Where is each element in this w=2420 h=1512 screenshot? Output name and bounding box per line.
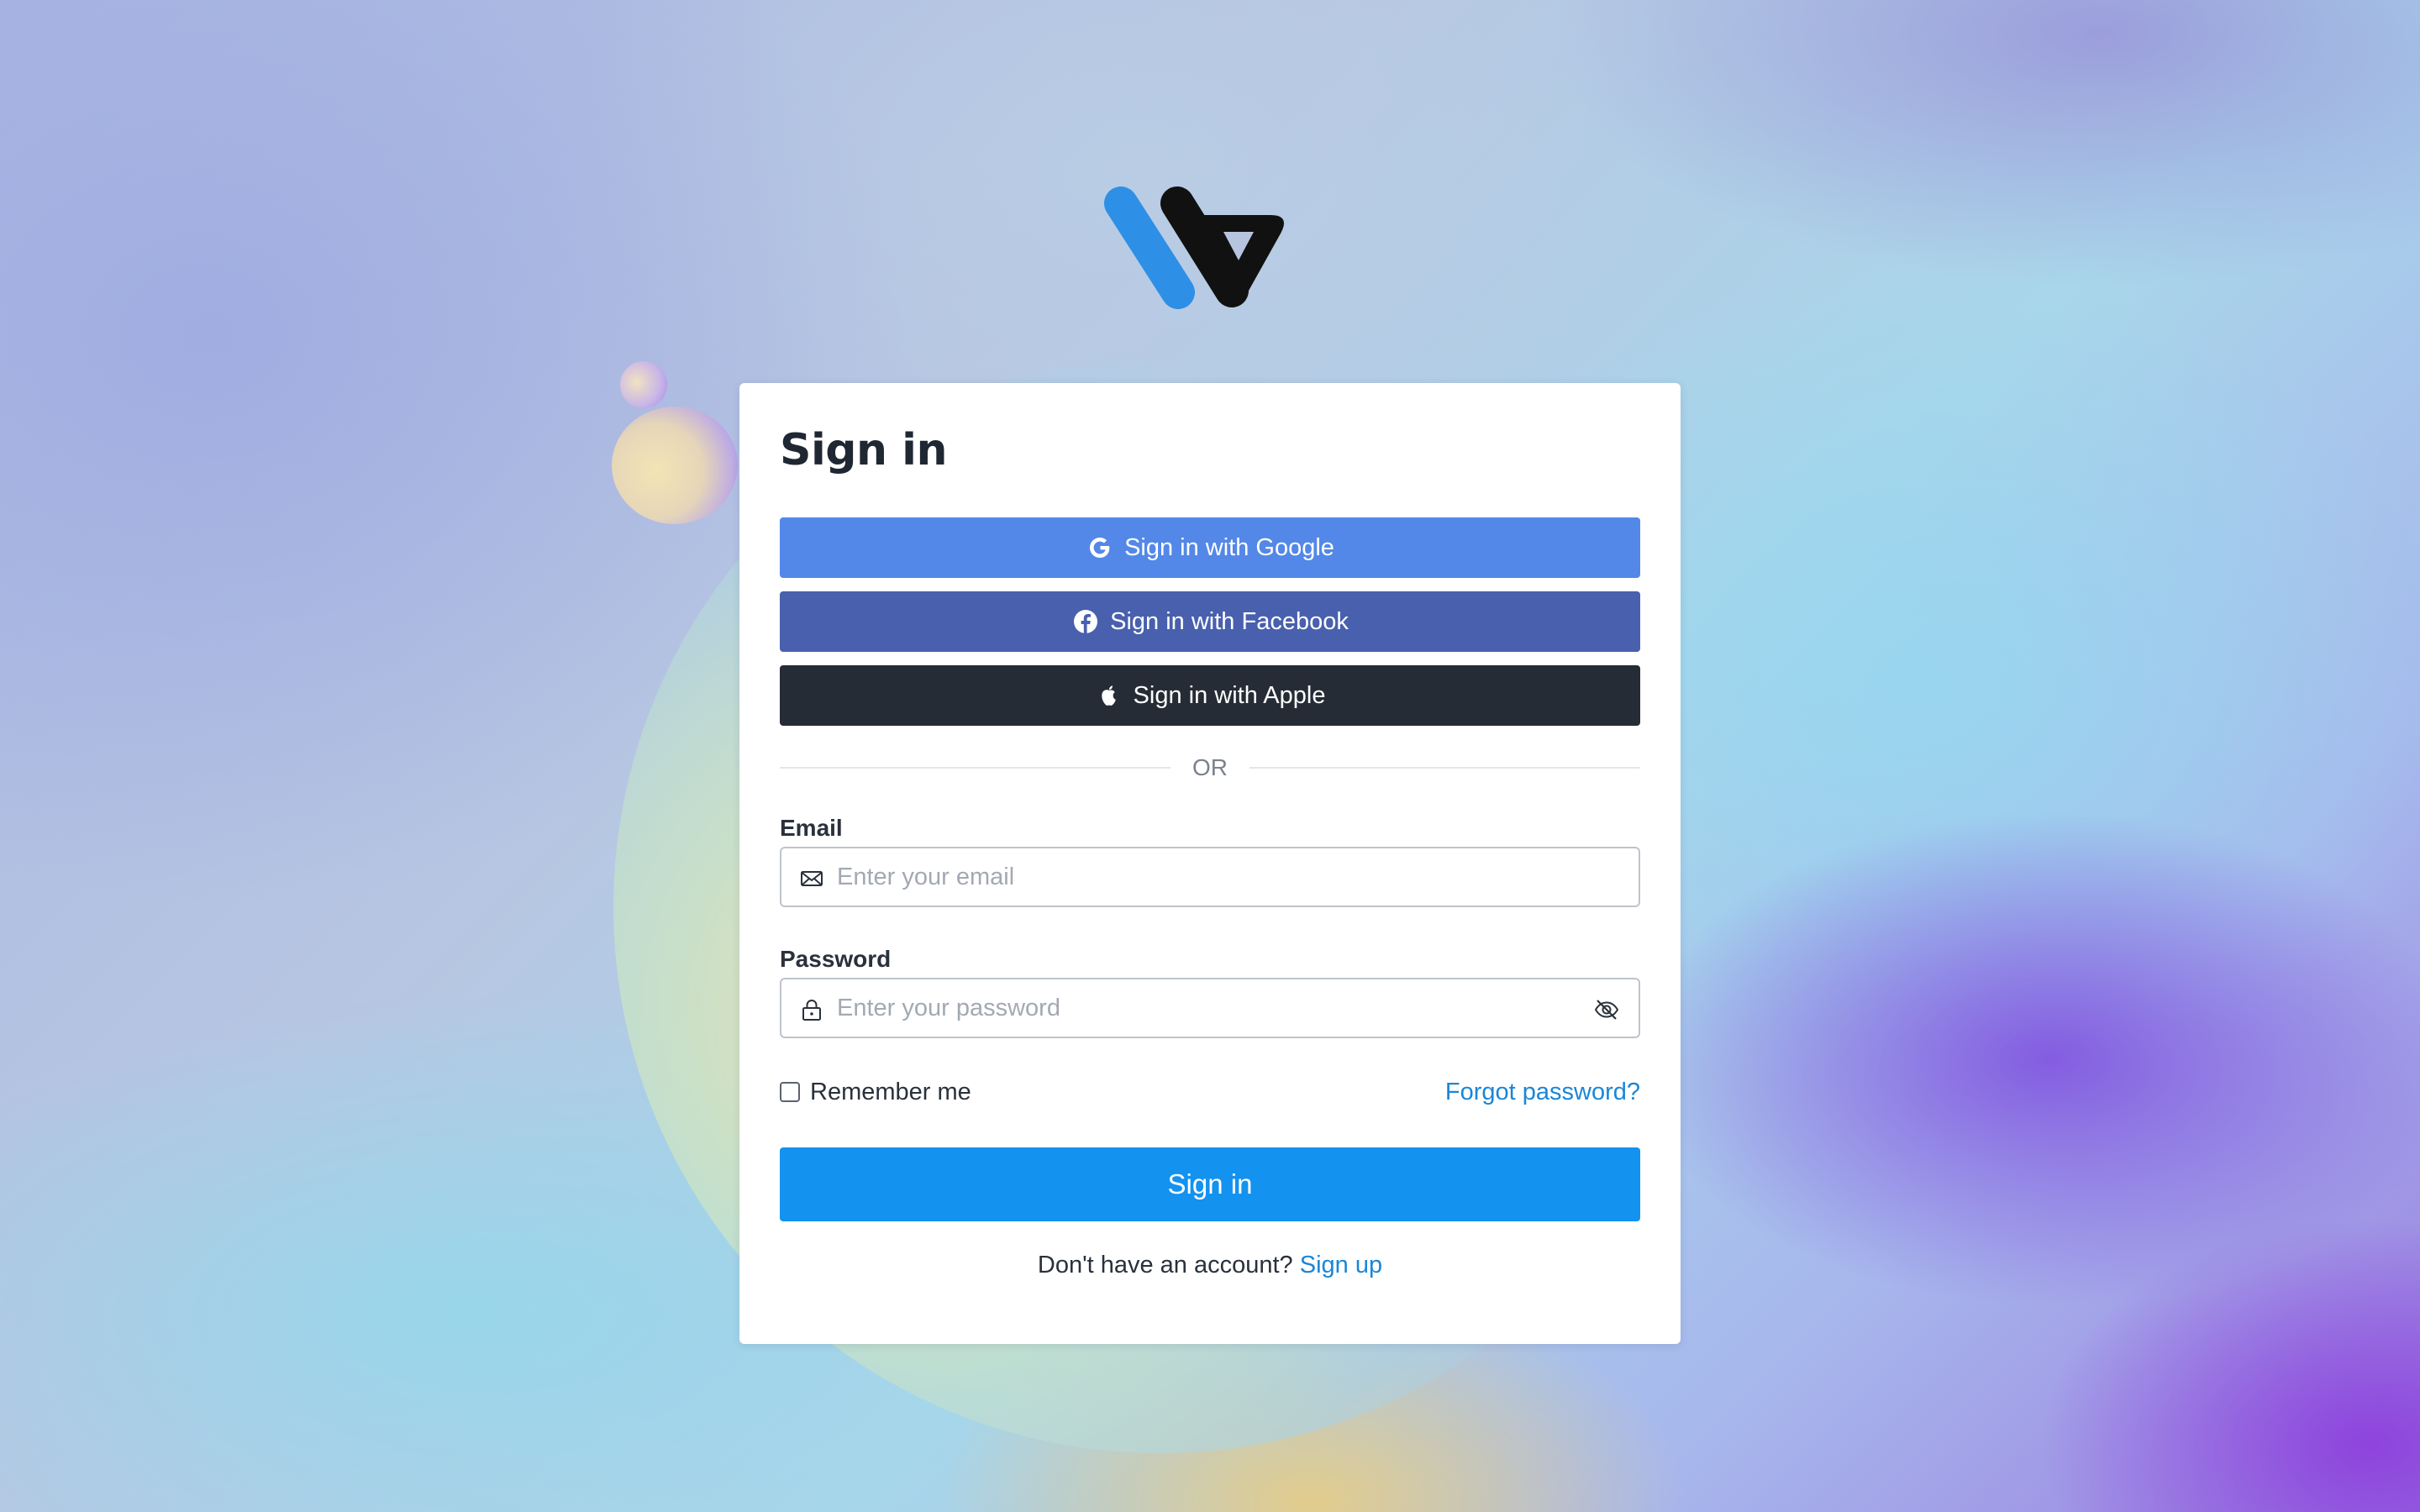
eye-off-icon[interactable] <box>1593 996 1620 1023</box>
divider-line-right <box>1249 767 1640 769</box>
forgot-password-link[interactable]: Forgot password? <box>1445 1079 1640 1106</box>
email-label: Email <box>780 815 843 841</box>
page-title: Sign in <box>780 425 947 475</box>
facebook-icon <box>1071 607 1100 636</box>
google-button-label: Sign in with Google <box>1124 533 1334 561</box>
or-divider: OR <box>780 754 1640 781</box>
divider-line-left <box>780 767 1171 769</box>
w-logo-icon <box>1104 186 1284 309</box>
signin-submit-button[interactable]: Sign in <box>780 1147 1640 1221</box>
signup-row: Don't have an account? Sign up <box>780 1252 1640 1279</box>
facebook-button-label: Sign in with Facebook <box>1110 607 1349 635</box>
remember-me: Remember me <box>780 1079 971 1106</box>
apple-button-label: Sign in with Apple <box>1133 681 1326 709</box>
password-input[interactable] <box>835 979 1575 1037</box>
signup-link[interactable]: Sign up <box>1300 1252 1382 1278</box>
apple-icon <box>1095 681 1123 710</box>
password-label: Password <box>780 946 892 972</box>
or-text: OR <box>1192 754 1228 780</box>
login-page: Sign in Sign in with Google Sign in with… <box>0 0 2420 1512</box>
signup-prompt: Don't have an account? <box>1037 1252 1293 1278</box>
facebook-signin-button[interactable]: Sign in with Facebook <box>780 591 1640 652</box>
signin-options-row: Remember me Forgot password? <box>780 1077 1640 1107</box>
remember-me-checkbox[interactable] <box>780 1082 800 1102</box>
remember-me-label: Remember me <box>810 1078 971 1105</box>
envelope-icon <box>801 871 823 886</box>
email-field <box>780 847 1640 907</box>
lock-icon <box>802 999 821 1021</box>
signin-card: Sign in Sign in with Google Sign in with… <box>739 383 1681 1344</box>
email-input[interactable] <box>835 848 1575 906</box>
background-bubble <box>612 407 738 524</box>
google-signin-button[interactable]: Sign in with Google <box>780 517 1640 578</box>
background-bubble-small <box>620 361 667 408</box>
apple-signin-button[interactable]: Sign in with Apple <box>780 665 1640 726</box>
password-field <box>780 978 1640 1038</box>
google-icon <box>1086 533 1114 562</box>
